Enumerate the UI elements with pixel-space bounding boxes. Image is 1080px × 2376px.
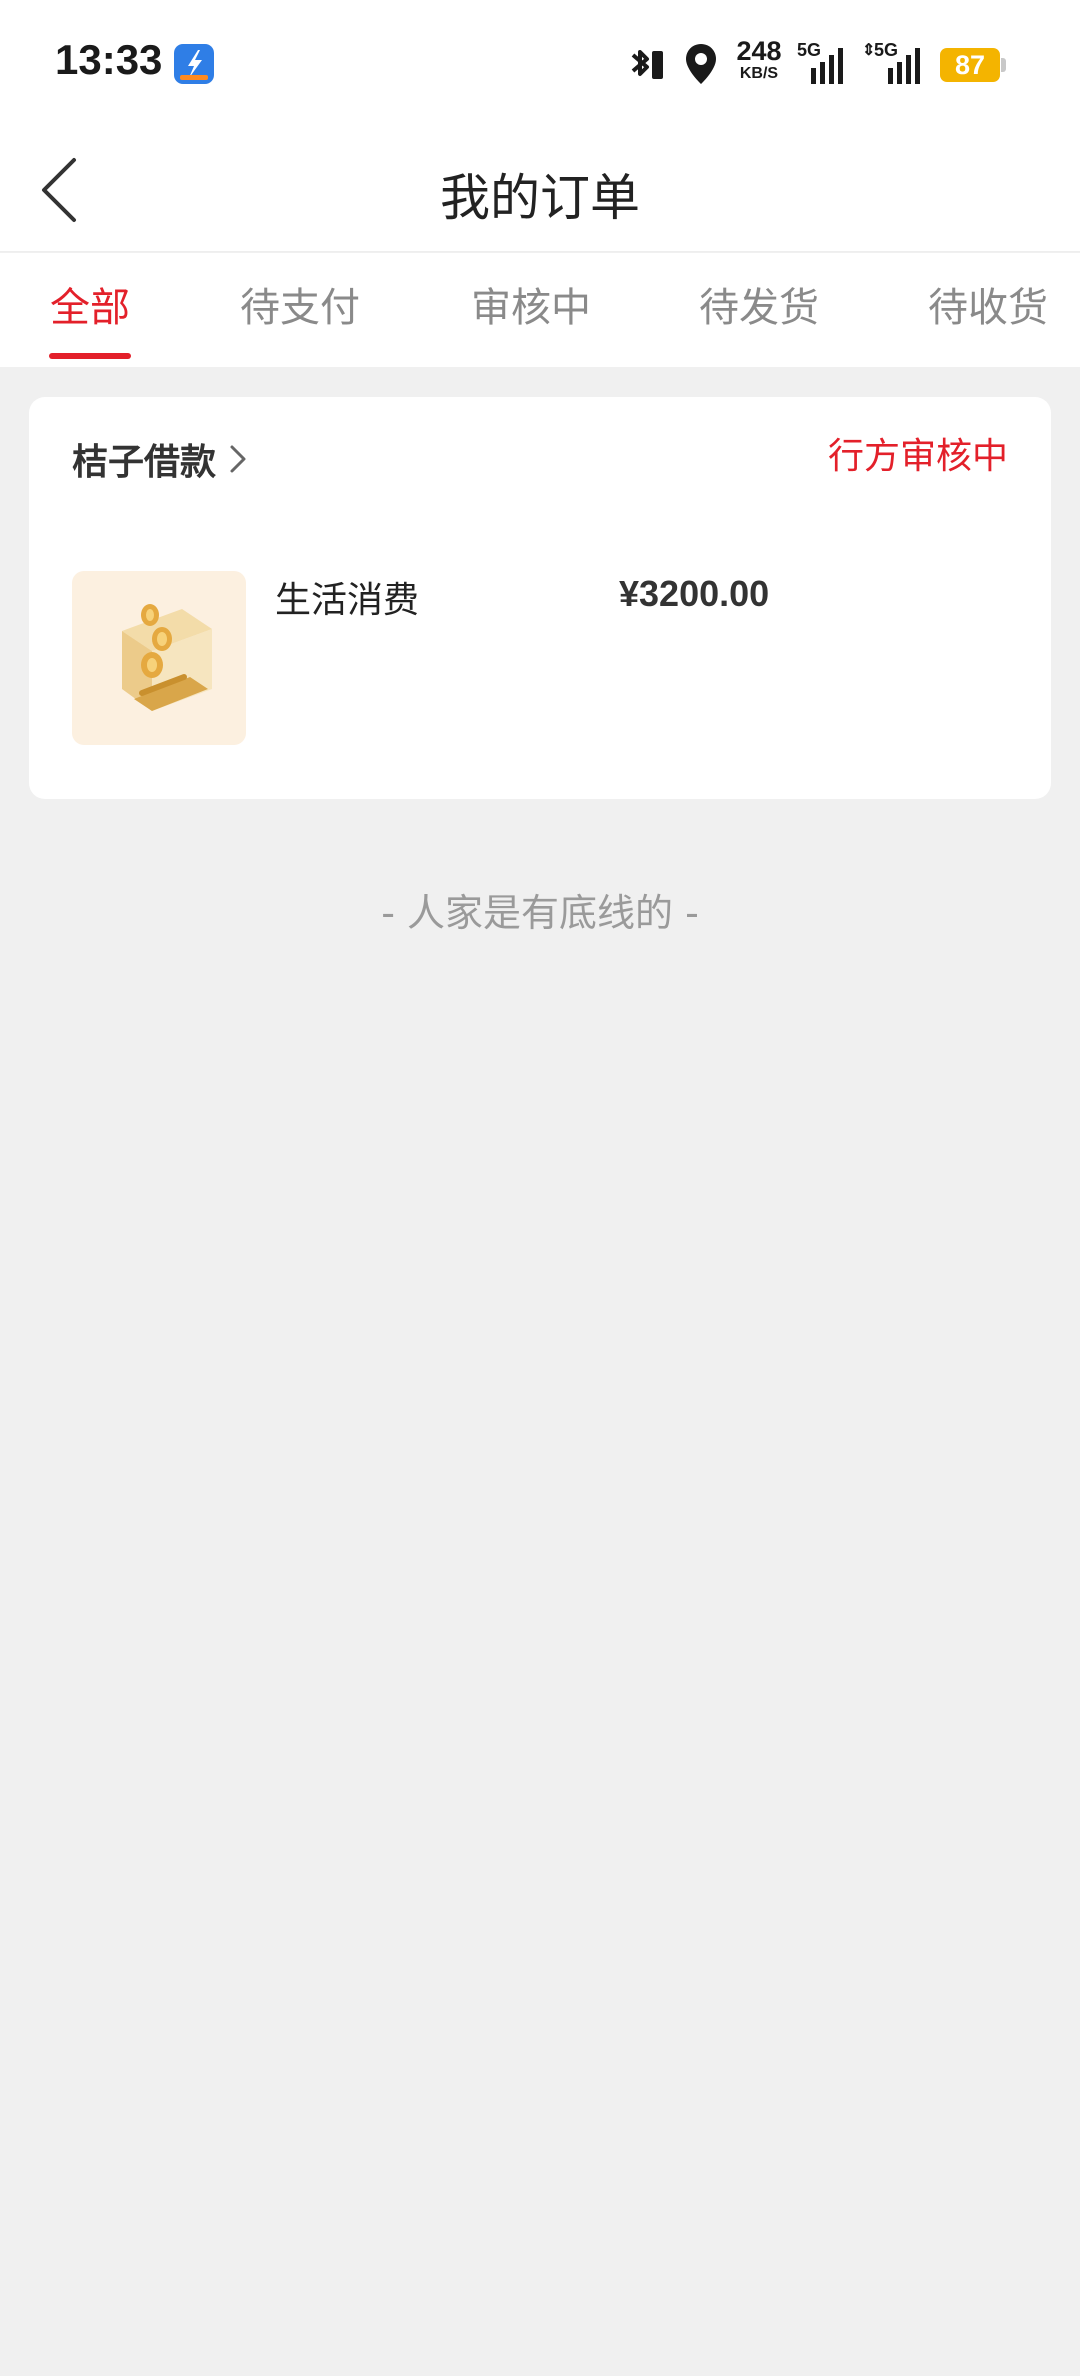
status-time: 13:33 xyxy=(55,36,163,83)
battery-icon: 87 xyxy=(940,48,1000,82)
product-image xyxy=(72,571,246,745)
network-speed-unit: KB/S xyxy=(739,65,779,82)
network-speed-value: 248 xyxy=(736,36,782,66)
page-header: 我的订单 xyxy=(0,130,1080,252)
location-icon xyxy=(686,44,716,84)
signal-icon: 5G xyxy=(797,40,847,86)
network-speed: 248 KB/S xyxy=(732,38,786,82)
merchant-link[interactable]: 桔子借款 xyxy=(72,433,248,485)
battery-tip xyxy=(1001,58,1006,72)
tab-pending-receipt[interactable]: 待收货 xyxy=(928,275,1048,333)
order-status: 行方审核中 xyxy=(827,436,1008,477)
tab-all[interactable]: 全部 xyxy=(50,275,130,333)
tab-pending-payment[interactable]: 待支付 xyxy=(240,275,360,333)
product-name: 生活消费 xyxy=(275,580,420,621)
order-status-tabs: 全部 待支付 审核中 待发货 待收货 xyxy=(0,253,1080,367)
active-tab-indicator xyxy=(49,353,131,359)
list-end-text: - 人家是有底线的 - xyxy=(381,891,699,935)
chevron-right-icon xyxy=(230,445,246,473)
coin-box-icon xyxy=(122,604,212,711)
order-card[interactable]: 桔子借款 行方审核中 生活消费 ¥3200.00 xyxy=(29,397,1051,799)
bluetooth-icon xyxy=(631,50,663,79)
page-title: 我的订单 xyxy=(440,169,640,227)
product-price: ¥3200.00 xyxy=(619,573,770,614)
merchant-name: 桔子借款 xyxy=(72,442,217,483)
app-notification-icon xyxy=(174,44,214,84)
order-list-screen: 13:33 248 KB/S 5G ⇕ 5G 87 我的订单 全部 待支付 审核… xyxy=(0,0,1080,2376)
status-bar: 13:33 248 KB/S 5G ⇕ 5G 87 xyxy=(0,0,1080,130)
signal-icon: ⇕ 5G xyxy=(862,40,924,86)
tab-under-review[interactable]: 审核中 xyxy=(471,275,591,333)
tab-pending-shipment[interactable]: 待发货 xyxy=(699,275,819,333)
